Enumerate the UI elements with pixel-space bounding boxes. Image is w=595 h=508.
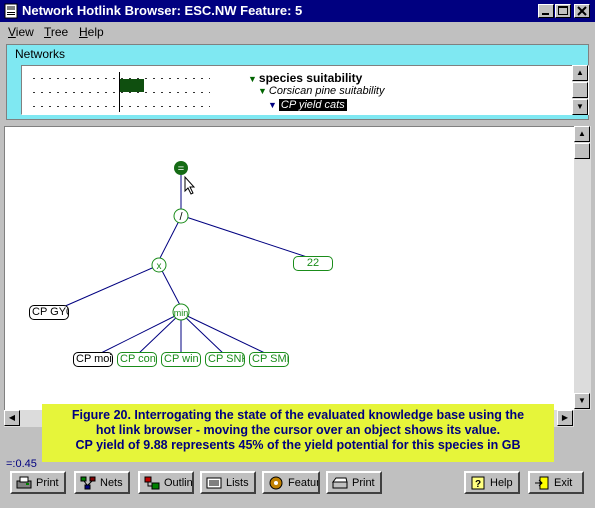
feature-button[interactable]: Feature — [262, 471, 320, 494]
scroll-down-button[interactable]: ▼ — [574, 393, 590, 409]
lists-button[interactable]: Lists — [200, 471, 256, 494]
exit-door-icon — [535, 476, 549, 489]
caption-line-3: CP yield of 9.88 represents 45% of the y… — [75, 438, 521, 452]
scroll-thumb[interactable] — [572, 82, 588, 98]
node-cp-gy[interactable]: CP GY0 — [29, 305, 69, 320]
outline-button[interactable]: Outline — [138, 471, 194, 494]
networks-panel: Networks ▼ species suitability ▼ Corsican … — [6, 44, 589, 120]
figure-caption: Figure 20. Interrogating the state of th… — [42, 404, 554, 462]
caption-line-1: Figure 20. Interrogating the state of th… — [71, 408, 525, 422]
caption-line-2: hot link browser - moving the cursor ove… — [95, 423, 501, 437]
scroll-up-button[interactable]: ▲ — [574, 126, 590, 142]
chevron-down-icon: ▼ — [268, 100, 277, 110]
nets-button[interactable]: Nets — [74, 471, 130, 494]
menu-tree[interactable]: Tree — [44, 25, 68, 39]
node-const[interactable]: 22 — [293, 256, 333, 271]
list-icon — [206, 477, 222, 488]
link-min-con — [136, 312, 182, 356]
link-min-smr — [180, 312, 270, 356]
scroll-left-button[interactable]: ◀ — [4, 410, 20, 426]
menu-view[interactable]: View — [8, 25, 34, 39]
help-button[interactable]: ? Help — [464, 471, 520, 494]
link-mul-gy — [62, 264, 160, 308]
help-icon: ? — [471, 476, 485, 490]
maximize-icon — [558, 6, 568, 15]
menu-bar: View Tree Help — [0, 22, 595, 42]
node-mul-label: x — [157, 261, 162, 272]
window-title: Network Hotlink Browser: ESC.NW Feature:… — [22, 3, 303, 18]
minimize-icon — [542, 13, 549, 15]
tree-node-species-suitability[interactable]: ▼ species suitability — [248, 71, 362, 85]
scroll-thumb[interactable] — [574, 143, 590, 159]
dot-row — [30, 92, 210, 93]
app-icon — [4, 3, 18, 19]
printer-icon — [332, 477, 348, 488]
networks-scrollbar[interactable]: ▲ ▼ — [572, 65, 588, 115]
node-cp-smr[interactable]: CP SMR — [249, 352, 289, 367]
node-cp-moi[interactable]: CP moi — [73, 352, 113, 367]
status-value: =:0.45 — [6, 458, 37, 470]
print-graph-button[interactable]: Print — [326, 471, 382, 494]
link-div-mul — [158, 216, 182, 261]
mouse-cursor-icon — [184, 175, 196, 195]
menu-help[interactable]: Help — [79, 25, 104, 39]
tree-node-cp-yield-cats[interactable]: ▼ CP yield cats — [268, 99, 347, 111]
node-cp-con[interactable]: CP con — [117, 352, 157, 367]
close-icon — [577, 6, 587, 16]
networks-label: Networks — [15, 47, 66, 61]
close-button[interactable] — [574, 4, 590, 18]
outline-icon — [144, 476, 160, 489]
exit-button[interactable]: Exit — [528, 471, 584, 494]
graph-links — [62, 175, 314, 356]
tree-node-corsican-pine[interactable]: ▼ Corsican pine suitability — [258, 85, 384, 97]
scroll-up-button[interactable]: ▲ — [572, 65, 588, 81]
link-div-const — [185, 216, 314, 260]
node-cp-snr[interactable]: CP SNR — [205, 352, 245, 367]
title-bar[interactable]: Network Hotlink Browser: ESC.NW Feature:… — [0, 0, 595, 22]
network-canvas[interactable]: = / x min 22 CP GY0 CP moi CP con CP win… — [4, 126, 574, 410]
scroll-right-button[interactable]: ▶ — [557, 410, 573, 426]
network-marker[interactable] — [120, 79, 144, 92]
maximize-button[interactable] — [555, 4, 571, 18]
feature-icon — [269, 476, 283, 489]
scroll-down-button[interactable]: ▼ — [572, 99, 588, 115]
scroll-corner — [574, 410, 591, 427]
network-icon — [80, 476, 96, 489]
dot-row — [30, 106, 210, 107]
minimize-button[interactable] — [538, 4, 554, 18]
node-eq-label: = — [178, 163, 184, 175]
chevron-down-icon: ▼ — [258, 86, 267, 96]
canvas-vertical-scrollbar[interactable]: ▲ ▼ — [574, 126, 591, 410]
print-button[interactable]: Print — [10, 471, 66, 494]
network-graph: = / x min — [62, 161, 314, 356]
node-min-label: min — [174, 308, 189, 318]
node-cp-win[interactable]: CP win — [161, 352, 201, 367]
marker-line — [119, 72, 120, 112]
chevron-down-icon: ▼ — [248, 74, 257, 84]
networks-tree-view[interactable]: ▼ species suitability ▼ Corsican pine suit… — [21, 65, 589, 115]
link-min-moi — [96, 312, 182, 356]
svg-text:?: ? — [475, 479, 481, 490]
printer-icon — [16, 476, 32, 488]
link-min-snr — [180, 312, 226, 356]
